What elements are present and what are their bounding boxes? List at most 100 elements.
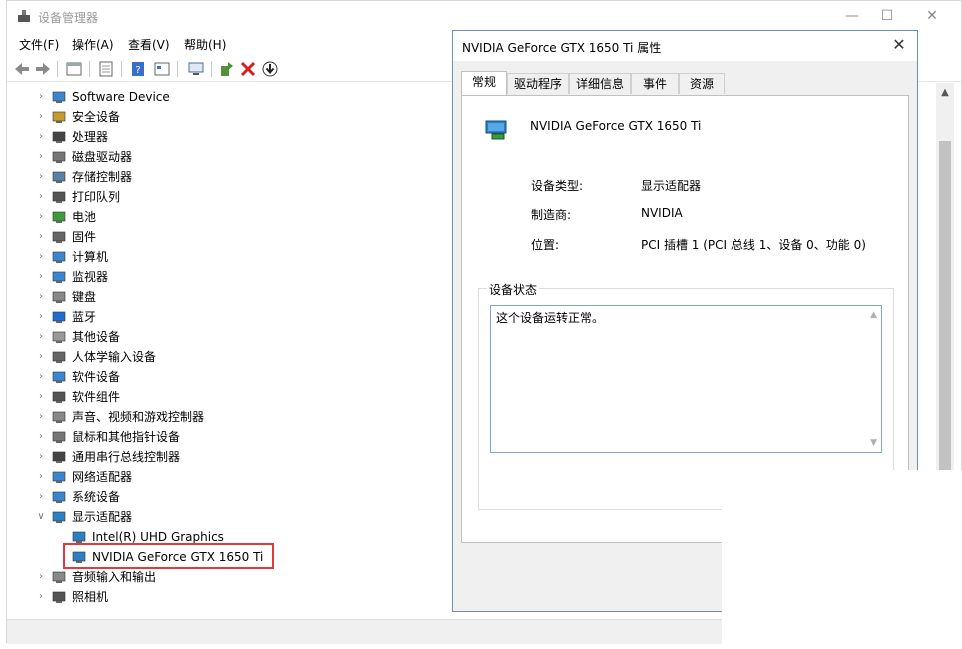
back-arrow-icon[interactable] — [13, 60, 31, 78]
maximize-button[interactable]: ☐ — [873, 7, 901, 25]
chevron-down-icon[interactable]: ∨ — [35, 507, 47, 527]
chevron-right-icon[interactable]: › — [35, 447, 47, 467]
manufacturer-label: 制造商: — [531, 208, 572, 222]
tree-item-label: 打印队列 — [72, 190, 121, 204]
update-driver-icon[interactable] — [217, 60, 235, 78]
help-icon[interactable]: ? — [129, 60, 147, 78]
chevron-right-icon[interactable]: › — [35, 267, 47, 287]
tree-item-label: 鼠标和其他指针设备 — [72, 430, 181, 444]
window-title: 设备管理器 — [38, 11, 99, 25]
tree-item-label: 固件 — [72, 230, 97, 244]
chevron-right-icon[interactable]: › — [35, 327, 47, 347]
scan-hardware-icon[interactable] — [187, 60, 205, 78]
chevron-right-icon[interactable]: › — [35, 387, 47, 407]
chevron-right-icon[interactable]: › — [35, 487, 47, 507]
chevron-right-icon[interactable]: › — [35, 567, 47, 587]
hid-icon — [52, 351, 66, 363]
toolbar-separator — [57, 61, 58, 77]
tree-item-label: 处理器 — [72, 130, 109, 144]
tree-item-label: 软件组件 — [72, 390, 121, 404]
scroll-up-icon[interactable]: ▲ — [870, 310, 877, 320]
menu-view[interactable]: 查看(V) — [128, 36, 170, 53]
chevron-right-icon[interactable]: › — [35, 167, 47, 187]
menu-action[interactable]: 操作(A) — [72, 36, 114, 53]
usb-icon — [52, 451, 66, 463]
chevron-right-icon[interactable]: › — [35, 427, 47, 447]
device-status-title: 设备状态 — [487, 281, 540, 298]
tree-item-label: 软件设备 — [72, 370, 121, 384]
toolbar-separator — [177, 61, 178, 77]
svg-text:?: ? — [135, 65, 140, 76]
menu-help[interactable]: 帮助(H) — [184, 36, 226, 53]
other-devices-icon — [52, 331, 66, 343]
network-adapter-icon — [52, 471, 66, 483]
device-type-value: 显示适配器 — [641, 179, 702, 193]
dialog-close-button[interactable]: ✕ — [889, 35, 909, 55]
tree-item-label: 蓝牙 — [72, 310, 97, 324]
chevron-right-icon[interactable]: › — [35, 87, 47, 107]
chevron-right-icon[interactable]: › — [35, 107, 47, 127]
tab-driver[interactable]: 驱动程序 — [507, 73, 569, 94]
bluetooth-icon — [52, 311, 66, 323]
firmware-icon — [52, 231, 66, 243]
camera-icon — [52, 591, 66, 603]
chevron-right-icon[interactable]: › — [35, 247, 47, 267]
tree-item-label: 计算机 — [72, 250, 109, 264]
device-name: NVIDIA GeForce GTX 1650 Ti — [530, 119, 702, 133]
chevron-right-icon[interactable]: › — [35, 347, 47, 367]
monitor-icon — [52, 271, 66, 283]
audio-io-icon — [52, 571, 66, 583]
forward-arrow-icon[interactable] — [34, 60, 52, 78]
properties-view-icon[interactable] — [65, 60, 83, 78]
tree-item-label: 网络适配器 — [72, 470, 133, 484]
battery-icon — [52, 211, 66, 223]
keyboard-icon — [52, 291, 66, 303]
list-view-icon[interactable] — [153, 60, 171, 78]
chevron-right-icon[interactable]: › — [35, 307, 47, 327]
tree-item-label: 磁盘驱动器 — [72, 150, 133, 164]
dialog-title: NVIDIA GeForce GTX 1650 Ti 属性 — [462, 41, 662, 55]
processor-icon — [52, 131, 66, 143]
tree-item-label: 人体学输入设备 — [72, 350, 157, 364]
manufacturer-value: NVIDIA — [641, 206, 683, 220]
chevron-right-icon[interactable]: › — [35, 127, 47, 147]
device-status-textbox[interactable]: 这个设备运转正常。 ▲ ▼ — [490, 305, 882, 453]
chevron-right-icon[interactable]: › — [35, 287, 47, 307]
tab-resources[interactable]: 资源 — [679, 73, 725, 94]
tab-events[interactable]: 事件 — [631, 73, 679, 94]
tab-details[interactable]: 详细信息 — [569, 73, 631, 94]
chevron-right-icon[interactable]: › — [35, 587, 47, 607]
uninstall-icon[interactable] — [239, 60, 257, 78]
security-device-icon — [52, 111, 66, 123]
document-icon[interactable] — [97, 60, 115, 78]
chevron-right-icon[interactable]: › — [35, 227, 47, 247]
dialog-title-bar: NVIDIA GeForce GTX 1650 Ti 属性 ✕ — [453, 31, 917, 61]
display-adapter-icon — [72, 531, 86, 543]
sound-icon — [52, 411, 66, 423]
tab-general[interactable]: 常规 — [461, 71, 507, 96]
toolbar-separator — [89, 61, 90, 77]
chevron-right-icon[interactable]: › — [35, 187, 47, 207]
watermark-area — [722, 470, 962, 649]
tree-item-label: 声音、视频和游戏控制器 — [72, 410, 205, 424]
minimize-button[interactable]: — — [838, 7, 866, 25]
chevron-right-icon[interactable]: › — [35, 207, 47, 227]
scroll-up-icon[interactable]: ▲ — [936, 87, 954, 101]
location-label: 位置: — [531, 238, 560, 252]
tree-item-label: 键盘 — [72, 290, 97, 304]
tree-item-label: 其他设备 — [72, 330, 121, 344]
storage-controller-icon — [52, 171, 66, 183]
disk-drive-icon — [52, 151, 66, 163]
chevron-right-icon[interactable]: › — [35, 147, 47, 167]
tree-item-label: 系统设备 — [72, 490, 121, 504]
download-icon[interactable] — [261, 60, 279, 78]
tree-item-label: Software Device — [72, 90, 170, 104]
chevron-right-icon[interactable]: › — [35, 367, 47, 387]
close-button[interactable]: ✕ — [918, 7, 946, 25]
chevron-right-icon[interactable]: › — [35, 407, 47, 427]
menu-file[interactable]: 文件(F) — [19, 36, 59, 53]
tree-item-label: 电池 — [72, 210, 97, 224]
chevron-right-icon[interactable]: › — [35, 467, 47, 487]
scroll-down-icon[interactable]: ▼ — [870, 438, 877, 448]
tree-item-label: 存储控制器 — [72, 170, 133, 184]
